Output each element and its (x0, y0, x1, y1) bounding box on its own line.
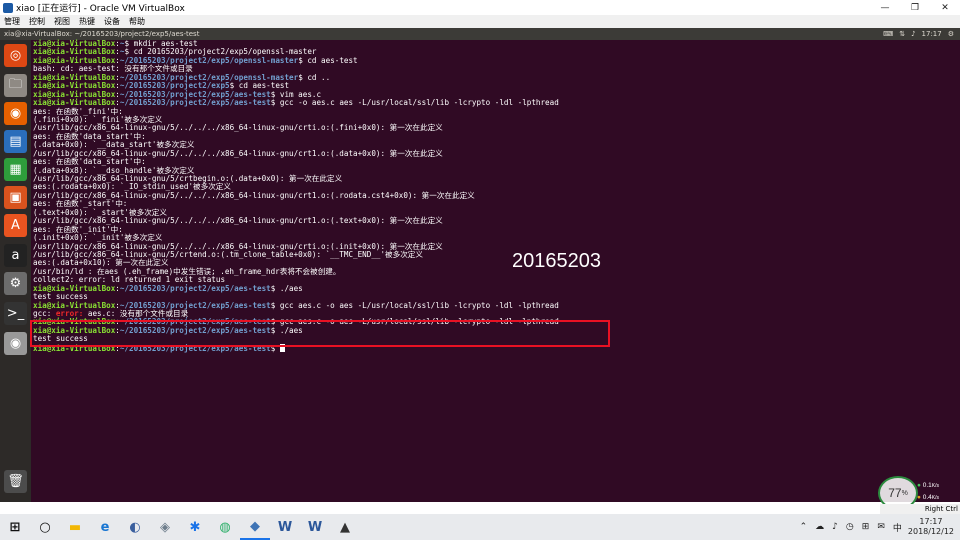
menu-hotkey[interactable]: 热键 (79, 16, 95, 27)
start-button-glyph: ⊞ (9, 519, 21, 535)
topbar-clock[interactable]: 17:17 (922, 30, 942, 38)
file-explorer-icon-glyph: ▬ (68, 519, 82, 535)
cortana-icon-glyph: ○ (39, 519, 51, 535)
photos-icon-glyph: ▲ (340, 519, 350, 535)
upload-unit: K/s (931, 483, 940, 489)
power-gear-icon[interactable]: ⚙ (948, 30, 954, 38)
terminal-icon[interactable]: >_ (4, 302, 27, 325)
amazon-icon[interactable]: a (4, 244, 27, 267)
clock-date: 2018/12/12 (907, 527, 954, 536)
download-arrow-icon: ● (917, 494, 921, 501)
virtualbox-app-icon (3, 2, 13, 13)
app-icon-3-glyph: ✱ (189, 519, 201, 535)
download-unit: K/s (931, 495, 940, 501)
writer-icon[interactable]: ▤ (4, 130, 27, 153)
maximize-button[interactable]: ❐ (900, 3, 930, 13)
vbox-menubar: 管理 控制 视图 热键 设备 帮助 (0, 15, 960, 29)
impress-icon[interactable]: ▣ (4, 186, 27, 209)
network-icon[interactable]: ⇅ (899, 30, 905, 38)
ime-indicator[interactable]: 中 (893, 521, 902, 534)
download-rate: 0.4 (922, 494, 932, 501)
host-key-label: Right Ctrl (924, 505, 958, 513)
calc-icon[interactable]: ▦ (4, 158, 27, 181)
vbox-statusbar: Right Ctrl (880, 504, 960, 514)
trash-icon[interactable]: 🗑 (4, 470, 27, 493)
terminal-window[interactable]: xia@xia-VirtualBox:~$ mkdir aes-test xia@… (31, 39, 960, 502)
menu-help[interactable]: 帮助 (129, 16, 145, 27)
software-center-icon[interactable]: A (4, 214, 27, 237)
terminal-window-title: xia@xia-VirtualBox: ~/20165203/project2/… (4, 30, 200, 38)
start-button[interactable]: ⊞ (0, 514, 30, 540)
network-stats: ● 0.1K/s ● 0.4K/s (917, 480, 939, 504)
tray-clock-icon[interactable]: ◷ (846, 522, 854, 532)
prompt-path: ~/20165203/project2/exp5/aes-test (119, 283, 271, 293)
files-icon[interactable]: 🗀 (4, 74, 27, 97)
edge-icon[interactable]: e (90, 514, 120, 540)
window-titlebar: xiao [正在运行] - Oracle VM VirtualBox — ❐ ✕ (0, 0, 960, 15)
clock-time: 17:17 (919, 517, 943, 526)
tray-cloud-icon[interactable]: ☁ (815, 522, 824, 532)
taskbar-clock[interactable]: 17:17 2018/12/12 (908, 517, 954, 537)
close-button[interactable]: ✕ (930, 3, 960, 13)
app-icon-1-glyph: ◐ (129, 519, 141, 535)
terminal-text: $ ./aes (270, 283, 303, 293)
word-icon[interactable]: W (270, 514, 300, 540)
terminal-text: $ cd .. (298, 72, 331, 82)
minimize-button[interactable]: — (870, 3, 900, 13)
terminal-line: xia@xia-VirtualBox:~/20165203/project2/e… (33, 283, 559, 293)
tray-network-icon[interactable]: ⊞ (862, 522, 870, 532)
edge-icon-glyph: e (100, 519, 110, 535)
upload-rate: 0.1 (922, 482, 932, 489)
menu-control[interactable]: 控制 (29, 16, 45, 27)
window-title: xiao [正在运行] - Oracle VM VirtualBox (16, 4, 185, 14)
terminal-text: $ gcc -o aes.c aes -L/usr/local/ssl/lib … (270, 98, 559, 108)
ubuntu-launcher: ◎ 🗀 ◉ ▤ ▦ ▣ Aa ⚙ >_ ◉ 🗑 (0, 40, 31, 502)
app-icon-3[interactable]: ✱ (180, 514, 210, 540)
perf-value: 77 (888, 486, 902, 500)
perf-unit: % (901, 489, 908, 497)
prompt-path: ~/20165203/project2/exp5/aes-test (119, 98, 271, 108)
menu-view[interactable]: 视图 (54, 16, 70, 27)
app-icon-2[interactable]: ◈ (150, 514, 180, 540)
tray-chevron-icon[interactable]: ⌃ (800, 522, 808, 532)
menu-devices[interactable]: 设备 (104, 16, 120, 27)
terminal-text: $ cd aes-test (298, 55, 358, 65)
app-icon-2-glyph: ◈ (160, 519, 170, 535)
word-icon-glyph: W (277, 519, 293, 535)
highlight-box (30, 320, 610, 347)
app-icon-1[interactable]: ◐ (120, 514, 150, 540)
wechat-icon[interactable]: ◍ (210, 514, 240, 540)
virtualbox-icon[interactable]: ◆ (240, 514, 270, 540)
virtualbox-icon-glyph: ◆ (250, 518, 260, 534)
wechat-icon-glyph: ◍ (219, 519, 231, 535)
student-id-watermark: 20165203 (512, 250, 601, 272)
photos-icon[interactable]: ▲ (330, 514, 360, 540)
settings-icon[interactable]: ⚙ (4, 272, 27, 295)
system-tray: ⌃ ☁ ♪ ◷ ⊞ ✉ 中 17:17 2018/12/12 (796, 514, 960, 540)
file-explorer-icon[interactable]: ▬ (60, 514, 90, 540)
terminal-output: xia@xia-VirtualBox:~$ mkdir aes-test xia@… (33, 39, 559, 352)
cortana-icon[interactable]: ○ (30, 514, 60, 540)
menu-manage[interactable]: 管理 (4, 16, 20, 27)
terminal-text: $ gcc aes.c -o aes -L/usr/local/ssl/lib … (270, 300, 559, 310)
firefox-icon[interactable]: ◉ (4, 102, 27, 125)
tray-volume-icon[interactable]: ♪ (832, 522, 838, 532)
upload-arrow-icon: ● (917, 482, 921, 489)
dvd-icon[interactable]: ◉ (4, 332, 27, 355)
volume-icon[interactable]: ♪ (911, 30, 915, 38)
ubuntu-dash-icon[interactable]: ◎ (4, 44, 27, 67)
word-icon-2-glyph: W (307, 519, 323, 535)
word-icon-2[interactable]: W (300, 514, 330, 540)
keyboard-icon[interactable]: ⌨ (883, 30, 893, 38)
tray-message-icon[interactable]: ✉ (877, 522, 885, 532)
